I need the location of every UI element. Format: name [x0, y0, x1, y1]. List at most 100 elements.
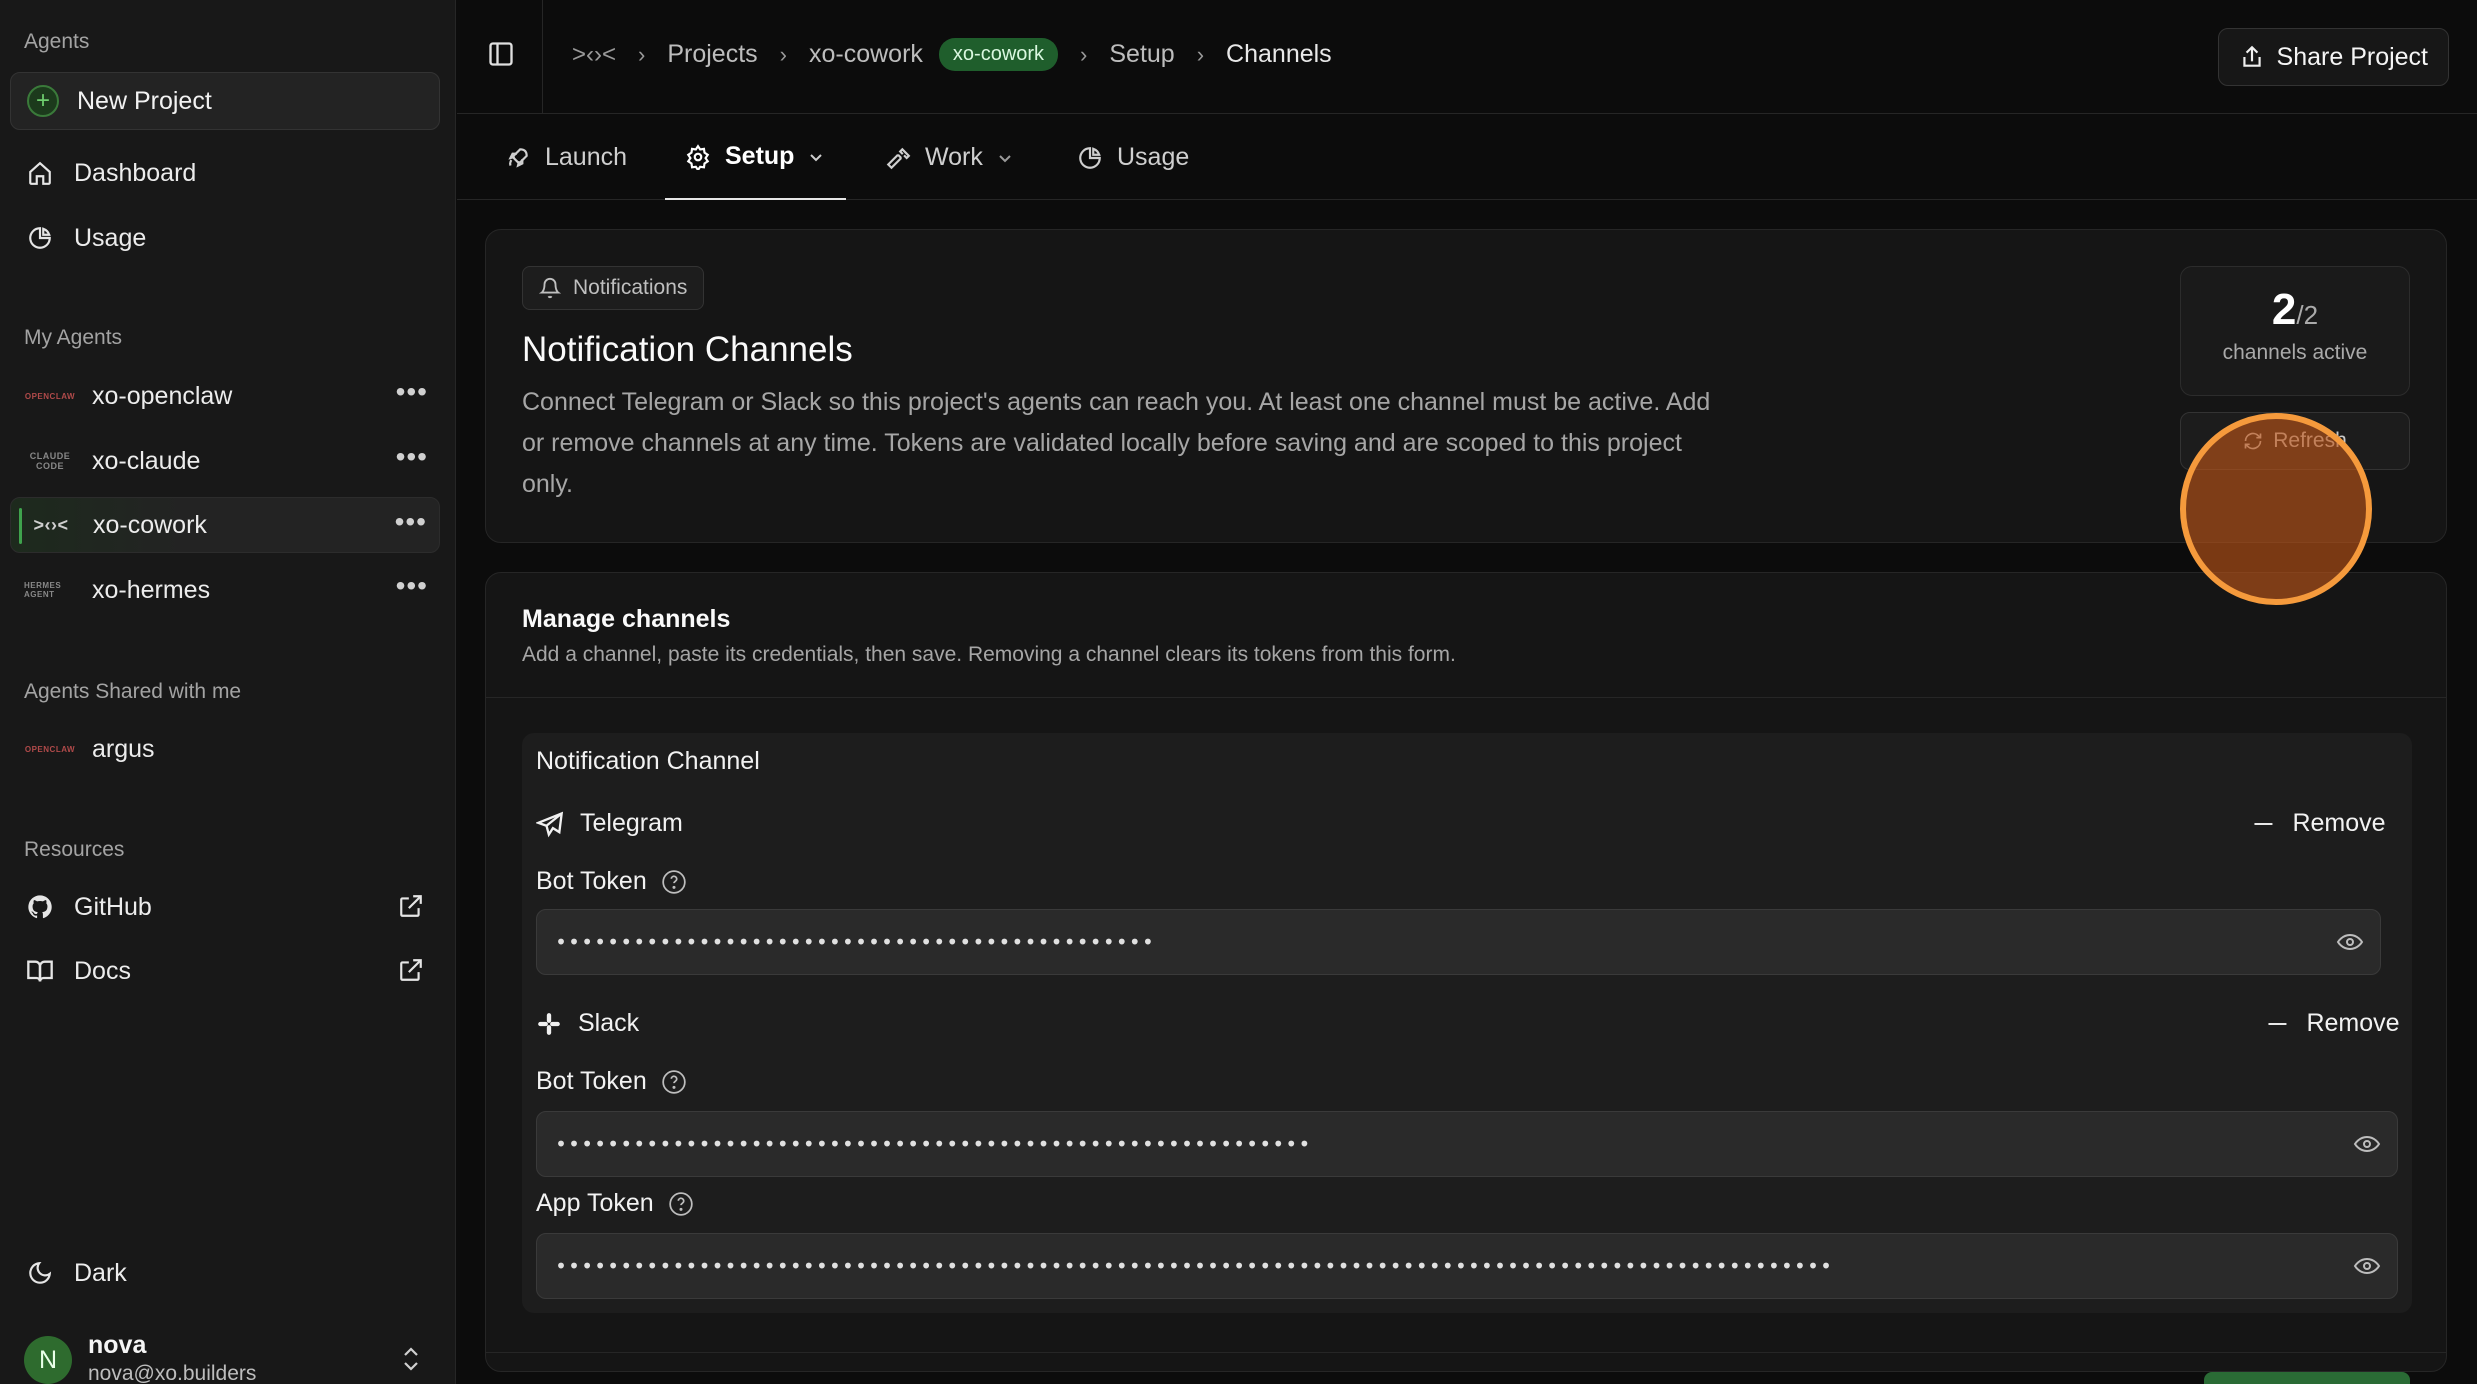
tab-work[interactable]: Work	[885, 115, 1013, 200]
chevron-right-icon: ›	[1080, 41, 1088, 67]
eye-icon[interactable]	[2353, 1132, 2381, 1156]
openclaw-logo: OPENCLAW	[24, 391, 76, 401]
help-icon[interactable]	[661, 1069, 687, 1095]
eye-icon[interactable]	[2336, 930, 2364, 954]
share-icon	[2239, 44, 2265, 70]
minus-icon	[2268, 1022, 2287, 1025]
chevron-right-icon: ›	[779, 41, 787, 67]
external-link-icon	[398, 957, 424, 990]
refresh-label: Refresh	[2273, 429, 2347, 452]
cowork-home-icon[interactable]: >‹›<	[572, 41, 616, 69]
tab-setup[interactable]: Setup	[665, 115, 847, 200]
chevron-down-icon	[997, 150, 1013, 166]
remove-label: Remove	[2292, 809, 2386, 837]
breadcrumb-project[interactable]: xo-cowork	[809, 40, 923, 69]
more-options-icon[interactable]: •••	[395, 506, 427, 538]
agent-label: xo-hermes	[92, 575, 211, 604]
manage-channels-title: Manage channels	[522, 605, 731, 633]
slack-app-token-input[interactable]	[555, 1234, 2229, 1298]
share-project-button[interactable]: Share Project	[2217, 28, 2449, 86]
project-badge: xo-cowork	[938, 38, 1059, 71]
remove-telegram-button[interactable]: Remove	[2254, 809, 2386, 838]
notification-channels-card: Notifications Notification Channels Conn…	[485, 229, 2447, 543]
sidebar-agent-xo-claude[interactable]: CLAUDE CODE xo-claude •••	[10, 433, 440, 489]
refresh-icon	[2243, 431, 2263, 451]
telegram-bot-token-field[interactable]	[536, 909, 2381, 975]
slack-bot-token-label: Bot Token	[536, 1067, 687, 1096]
chevron-down-icon	[808, 149, 824, 165]
sidebar-item-usage[interactable]: Usage	[10, 210, 440, 266]
theme-label: Dark	[74, 1258, 127, 1287]
sidebar-item-dashboard[interactable]: Dashboard	[10, 145, 440, 201]
tab-usage[interactable]: Usage	[1077, 115, 1189, 200]
cowork-logo: >‹›<	[33, 514, 69, 535]
sidebar-agent-xo-openclaw[interactable]: OPENCLAW xo-openclaw •••	[10, 368, 440, 424]
remove-label: Remove	[2306, 1009, 2400, 1037]
agent-label: xo-openclaw	[92, 381, 233, 410]
more-options-icon[interactable]: •••	[396, 376, 428, 408]
telegram-bot-token-input[interactable]	[555, 910, 2214, 974]
form-footer	[485, 1352, 2447, 1384]
chevron-right-icon: ›	[1196, 41, 1205, 67]
remove-slack-button[interactable]: Remove	[2268, 1009, 2400, 1038]
tab-launch[interactable]: Launch	[505, 115, 627, 200]
tab-bar: Launch Setup Work Usage	[457, 115, 2477, 200]
active-count: 2	[2271, 285, 2297, 334]
pie-chart-icon	[24, 222, 56, 254]
sidebar-agent-xo-hermes[interactable]: HERMES AGENT xo-hermes •••	[10, 562, 440, 618]
help-icon[interactable]	[668, 1191, 694, 1217]
help-icon[interactable]	[661, 869, 687, 895]
refresh-button[interactable]: Refresh	[2180, 412, 2410, 470]
openclaw-logo: OPENCLAW	[24, 744, 76, 754]
breadcrumb-projects[interactable]: Projects	[667, 40, 757, 69]
sidebar-toggle-icon[interactable]	[487, 40, 515, 73]
more-options-icon[interactable]: •••	[396, 570, 428, 602]
theme-toggle[interactable]: Dark	[10, 1245, 440, 1301]
sidebar-item-label: Dashboard	[74, 158, 197, 187]
pie-chart-icon	[1077, 145, 1103, 171]
telegram-icon	[536, 810, 564, 838]
minus-icon	[2254, 822, 2273, 825]
rocket-icon	[505, 145, 531, 171]
resources-heading: Resources	[24, 838, 125, 861]
page-title: Notification Channels	[522, 330, 853, 369]
avatar[interactable]: N	[24, 1336, 72, 1384]
new-project-label: New Project	[77, 86, 212, 115]
eye-icon[interactable]	[2353, 1254, 2381, 1278]
tab-label: Work	[925, 143, 983, 171]
save-button[interactable]	[2204, 1372, 2410, 1384]
sidebar-agent-argus[interactable]: OPENCLAW argus	[10, 721, 440, 777]
sidebar-agent-xo-cowork[interactable]: >‹›< xo-cowork •••	[10, 497, 440, 553]
external-link-icon	[398, 893, 424, 926]
page-description: Connect Telegram or Slack so this projec…	[522, 388, 1711, 498]
slack-app-token-field[interactable]	[536, 1233, 2398, 1299]
slack-icon	[536, 1011, 562, 1037]
gear-icon	[685, 143, 711, 170]
breadcrumb-setup[interactable]: Setup	[1109, 40, 1174, 69]
telegram-bot-token-label: Bot Token	[536, 867, 687, 896]
top-bar: >‹›< › Projects › xo-cowork xo-cowork › …	[457, 0, 2477, 114]
manage-channels-card: Manage channels Add a channel, paste its…	[485, 572, 2447, 1372]
agent-label: argus	[92, 734, 155, 763]
slack-header: Slack	[536, 1009, 639, 1038]
agent-label: xo-cowork	[93, 510, 207, 539]
sidebar-item-github[interactable]: GitHub	[10, 879, 440, 935]
telegram-label: Telegram	[580, 809, 683, 837]
divider	[542, 0, 543, 114]
chevron-up-down-icon[interactable]	[400, 1346, 422, 1377]
sidebar-item-label: Docs	[74, 956, 131, 985]
more-options-icon[interactable]: •••	[396, 441, 428, 473]
tab-label: Usage	[1117, 143, 1190, 171]
sidebar-item-docs[interactable]: Docs	[10, 943, 440, 999]
hammer-icon	[885, 145, 911, 171]
slack-bot-token-field[interactable]	[536, 1111, 2398, 1177]
book-icon	[24, 955, 56, 987]
new-project-button[interactable]: + New Project	[10, 72, 440, 130]
notification-channel-panel: Notification Channel Telegram Remove Bot…	[522, 733, 2412, 1313]
slack-bot-token-input[interactable]	[555, 1112, 2229, 1176]
tab-label: Setup	[725, 142, 795, 170]
plus-icon: +	[27, 85, 59, 117]
user-name: nova	[88, 1331, 147, 1359]
sidebar-item-label: GitHub	[74, 892, 152, 921]
slack-label: Slack	[578, 1009, 640, 1037]
